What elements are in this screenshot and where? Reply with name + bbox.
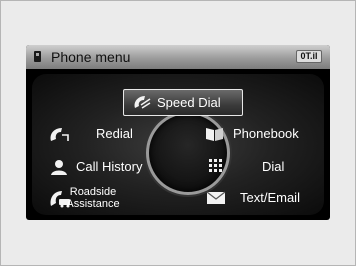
call-history-icon: [51, 160, 67, 175]
text-email-option[interactable]: Text/Email: [200, 188, 320, 208]
redial-icon: [50, 128, 69, 141]
redial-option[interactable]: Redial: [44, 124, 154, 144]
phone-icon: [34, 51, 41, 62]
dial-option[interactable]: Dial: [200, 157, 320, 177]
keypad-icon: [209, 159, 222, 172]
phonebook-label: Phonebook: [233, 126, 299, 141]
page-title: Phone menu: [51, 49, 131, 65]
speed-dial-label: Speed Dial: [157, 95, 221, 110]
redial-label: Redial: [96, 126, 133, 141]
speed-dial-button[interactable]: Speed Dial: [123, 89, 243, 116]
phonebook-option[interactable]: Phonebook: [200, 124, 320, 144]
roadside-line2: Assistance: [66, 198, 120, 210]
dial-label: Dial: [262, 159, 285, 174]
phonebook-icon: [206, 128, 223, 141]
speed-dial-icon: [134, 96, 151, 109]
text-email-label: Text/Email: [240, 190, 300, 205]
call-history-label: Call History: [76, 159, 143, 174]
envelope-icon: [206, 191, 226, 204]
status-indicator: 0T.il: [296, 50, 322, 63]
call-history-option[interactable]: Call History: [44, 157, 156, 177]
roadside-assistance-label: Roadside Assistance: [58, 186, 128, 210]
roadside-line1: Roadside: [69, 186, 117, 198]
title-bar: Phone menu 0T.il: [26, 45, 330, 69]
